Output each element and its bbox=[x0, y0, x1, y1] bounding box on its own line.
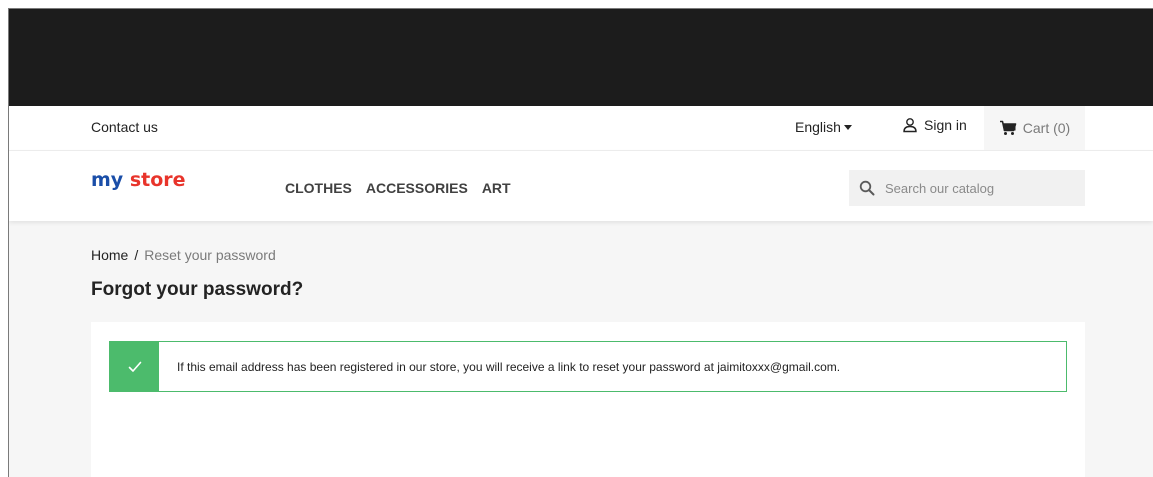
contact-us-link[interactable]: Contact us bbox=[91, 119, 158, 135]
store-logo[interactable]: my store bbox=[91, 169, 186, 191]
top-nav: Contact us English Sign in Cart (0) bbox=[9, 106, 1153, 151]
caret-down-icon bbox=[843, 125, 852, 130]
search-input[interactable] bbox=[883, 179, 1067, 197]
content-card: If this email address has been registere… bbox=[91, 322, 1085, 477]
menu-item-accessories[interactable]: ACCESSORIES bbox=[366, 180, 468, 196]
menu-item-art[interactable]: ART bbox=[482, 180, 511, 196]
language-label: English bbox=[795, 119, 841, 135]
menu-item-clothes[interactable]: CLOTHES bbox=[285, 180, 352, 196]
page-title: Forgot your password? bbox=[91, 279, 304, 300]
top-banner bbox=[9, 9, 1153, 106]
user-icon bbox=[903, 118, 917, 133]
language-selector[interactable]: English bbox=[795, 119, 852, 135]
sign-in-label: Sign in bbox=[924, 117, 967, 133]
success-alert: If this email address has been registere… bbox=[109, 341, 1067, 392]
browser-viewport: Contact us English Sign in Cart (0) my s… bbox=[8, 8, 1153, 477]
breadcrumb-separator: / bbox=[134, 247, 139, 263]
search-widget bbox=[849, 170, 1085, 206]
logo-text-store: store bbox=[129, 169, 186, 191]
cart-icon bbox=[999, 120, 1017, 135]
breadcrumb-current: Reset your password bbox=[144, 247, 276, 263]
search-icon[interactable] bbox=[859, 180, 875, 196]
logo-text-my: my bbox=[91, 169, 124, 191]
alert-message: If this email address has been registere… bbox=[177, 359, 841, 374]
check-icon bbox=[128, 361, 141, 372]
alert-icon-box bbox=[110, 342, 159, 391]
main-menu: CLOTHES ACCESSORIES ART bbox=[285, 180, 511, 196]
sign-in-link[interactable]: Sign in bbox=[902, 117, 967, 133]
cart-label: Cart (0) bbox=[1022, 120, 1071, 136]
breadcrumb-home[interactable]: Home bbox=[91, 247, 128, 263]
main-header: my store CLOTHES ACCESSORIES ART bbox=[9, 151, 1153, 221]
cart-button[interactable]: Cart (0) bbox=[984, 106, 1085, 150]
breadcrumb: Home / Reset your password bbox=[91, 247, 276, 263]
